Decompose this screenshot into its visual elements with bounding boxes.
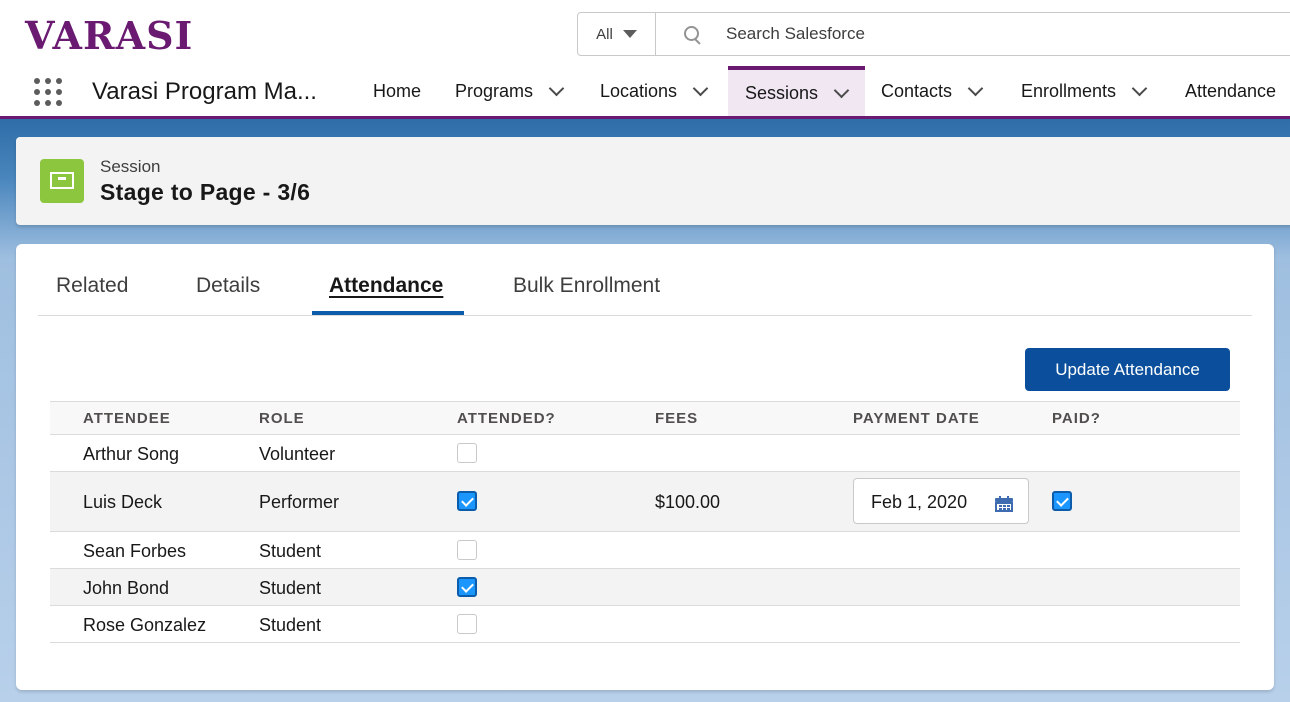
- tab-attendance[interactable]: Attendance: [329, 274, 443, 298]
- tab-bulk-enrollment[interactable]: Bulk Enrollment: [513, 274, 660, 298]
- tab-details[interactable]: Details: [196, 274, 260, 298]
- column-header-payment-date[interactable]: PAYMENT DATE: [853, 410, 980, 427]
- fees-value: $100.00: [655, 492, 721, 512]
- nav-item-label: Attendance: [1185, 80, 1277, 101]
- record-type: Session: [100, 157, 161, 176]
- search-icon: [684, 26, 700, 42]
- session-desk-icon: [40, 159, 84, 203]
- nav-item-label: Programs: [455, 80, 534, 101]
- attendee-name: Rose Gonzalez: [83, 615, 207, 635]
- tab-related[interactable]: Related: [56, 274, 128, 298]
- table-row: Luis Deck Performer $100.00 Feb 1, 2020: [50, 472, 1240, 532]
- nav-item-programs[interactable]: Programs: [455, 66, 565, 116]
- attendee-name: Luis Deck: [83, 492, 163, 512]
- search-input[interactable]: Search Salesforce: [726, 24, 865, 44]
- column-header-paid[interactable]: PAID?: [1052, 410, 1101, 427]
- active-tab-indicator: [312, 311, 464, 315]
- nav-item-enrollments[interactable]: Enrollments: [1021, 66, 1148, 116]
- calendar-icon[interactable]: [995, 496, 1013, 512]
- search-scope-select[interactable]: All: [578, 13, 656, 55]
- logo-text: VARASI: [25, 12, 194, 58]
- attended-checkbox[interactable]: [457, 577, 477, 597]
- nav-item-label: Sessions: [745, 82, 819, 103]
- attended-checkbox[interactable]: [457, 540, 477, 560]
- table-row: Sean Forbes Student: [50, 532, 1240, 569]
- attendee-name: Sean Forbes: [83, 541, 187, 561]
- attendance-table: ATTENDEE ROLE ATTENDED? FEES PAYMENT DAT…: [50, 401, 1240, 643]
- nav-item-contacts[interactable]: Contacts: [881, 66, 984, 116]
- table-row: Rose Gonzalez Student: [50, 606, 1240, 643]
- nav-item-sessions[interactable]: Sessions: [728, 66, 865, 116]
- nav-item-label: Home: [373, 80, 422, 101]
- nav-item-label: Enrollments: [1021, 80, 1117, 101]
- attended-checkbox[interactable]: [457, 443, 477, 463]
- nav-item-locations[interactable]: Locations: [600, 66, 709, 116]
- nav-item-home[interactable]: Home: [373, 66, 421, 116]
- record-detail-card: Related Details Attendance Bulk Enrollme…: [16, 244, 1274, 690]
- chevron-down-icon[interactable]: [967, 80, 984, 96]
- payment-date-value: Feb 1, 2020: [871, 492, 968, 512]
- chevron-down-icon[interactable]: [692, 80, 709, 96]
- record-header: Session Stage to Page - 3/6: [16, 137, 1290, 225]
- table-header: ATTENDEE ROLE ATTENDED? FEES PAYMENT DAT…: [50, 401, 1240, 435]
- attended-checkbox[interactable]: [457, 491, 477, 511]
- caret-down-icon: [622, 30, 637, 38]
- attendee-role: Performer: [259, 492, 340, 512]
- nav-item-attendance[interactable]: Attendance: [1185, 66, 1276, 116]
- payment-date-field[interactable]: Feb 1, 2020: [853, 478, 1029, 524]
- attendee-role: Student: [259, 615, 322, 635]
- column-header-fees[interactable]: FEES: [655, 410, 698, 427]
- app-nav-bar: Varasi Program Ma... Home Programs Locat…: [0, 66, 1290, 119]
- attendee-name: Arthur Song: [83, 444, 180, 464]
- attendee-name: John Bond: [83, 578, 170, 598]
- app-launcher-icon[interactable]: [34, 78, 62, 106]
- attendee-role: Volunteer: [259, 444, 336, 464]
- chevron-down-icon[interactable]: [548, 80, 565, 96]
- paid-checkbox[interactable]: [1052, 491, 1072, 511]
- global-search: All Search Salesforce: [577, 12, 1290, 56]
- attendee-role: Student: [259, 541, 322, 561]
- attended-checkbox[interactable]: [457, 614, 477, 634]
- tab-bar: Related Details Attendance Bulk Enrollme…: [38, 244, 1252, 316]
- record-title: Stage to Page - 3/6: [100, 179, 311, 205]
- chevron-down-icon[interactable]: [833, 82, 850, 98]
- varasi-logo[interactable]: VARASI: [25, 10, 193, 60]
- column-header-role[interactable]: ROLE: [259, 410, 305, 427]
- table-row: John Bond Student: [50, 569, 1240, 606]
- table-row: Arthur Song Volunteer: [50, 435, 1240, 472]
- column-header-attended[interactable]: ATTENDED?: [457, 410, 556, 427]
- column-header-attendee[interactable]: ATTENDEE: [83, 410, 171, 427]
- nav-item-label: Locations: [600, 80, 678, 101]
- global-header: VARASI All Search Salesforce: [0, 0, 1290, 66]
- app-name: Varasi Program Ma...: [92, 78, 317, 105]
- nav-item-label: Contacts: [881, 80, 953, 101]
- update-attendance-button[interactable]: Update Attendance: [1025, 348, 1230, 391]
- search-scope-label: All: [596, 25, 613, 43]
- attendee-role: Student: [259, 578, 322, 598]
- chevron-down-icon[interactable]: [1131, 80, 1148, 96]
